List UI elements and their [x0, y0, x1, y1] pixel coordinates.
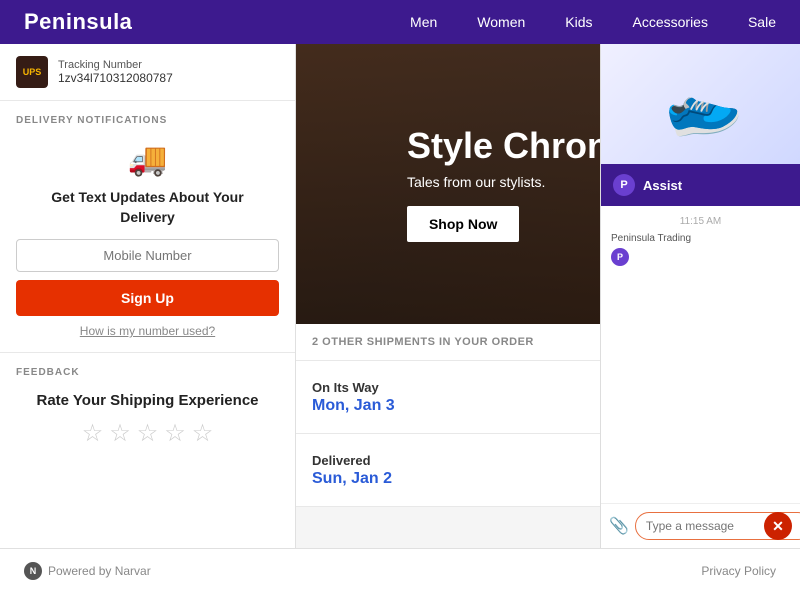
mobile-number-input[interactable] [16, 239, 279, 272]
chat-close-button[interactable]: ✕ [764, 512, 792, 540]
chat-assist-title: Assist [643, 178, 682, 193]
chat-messages-area: 11:15 AM Peninsula Trading P [601, 206, 800, 503]
attachment-icon[interactable]: 📎 [609, 516, 629, 536]
nav-links: Men Women Kids Accessories Sale [410, 14, 776, 30]
nav-sale[interactable]: Sale [748, 14, 776, 30]
rate-shipping-title: Rate Your Shipping Experience [16, 392, 279, 409]
left-panel: UPS Tracking Number 1zv34l710312080787 D… [0, 44, 296, 548]
delivery-notifications-title: DELIVERY NOTIFICATIONS [16, 115, 279, 126]
star-3[interactable]: ☆ [137, 419, 159, 448]
truck-icon-wrap: 🚚 [16, 140, 279, 178]
chat-sender-name: Peninsula Trading [611, 233, 790, 244]
powered-by-label: N Powered by Narvar [24, 562, 151, 580]
navigation: Peninsula Men Women Kids Accessories Sal… [0, 0, 800, 44]
chat-header: P Assist [601, 164, 800, 206]
number-used-link[interactable]: How is my number used? [16, 324, 279, 338]
ups-logo-text: UPS [23, 67, 42, 77]
narvar-icon: N [24, 562, 42, 580]
ups-badge: UPS [16, 56, 48, 88]
nav-women[interactable]: Women [477, 14, 525, 30]
main-content: UPS Tracking Number 1zv34l710312080787 D… [0, 44, 800, 548]
nav-men[interactable]: Men [410, 14, 437, 30]
nav-kids[interactable]: Kids [565, 14, 592, 30]
message-sender-badge: P [611, 248, 629, 266]
sneaker-icon: 👟 [653, 58, 747, 150]
star-4[interactable]: ☆ [164, 419, 186, 448]
shop-now-button[interactable]: Shop Now [407, 206, 519, 242]
tracking-info: Tracking Number 1zv34l710312080787 [58, 59, 173, 85]
tracking-number-value: 1zv34l710312080787 [58, 71, 173, 85]
chat-panel: 👟 P Assist 11:15 AM Peninsula Trading P … [600, 44, 800, 548]
message-bubble-wrap: P [611, 248, 790, 266]
tracking-label: Tracking Number [58, 59, 173, 71]
star-1[interactable]: ☆ [82, 419, 104, 448]
chat-sneaker-image: 👟 [601, 44, 800, 164]
delivery-notifications-section: DELIVERY NOTIFICATIONS 🚚 Get Text Update… [0, 101, 295, 353]
notification-description: Get Text Updates About Your Delivery [16, 188, 279, 227]
nav-logo: Peninsula [24, 9, 132, 35]
truck-icon: 🚚 [128, 141, 168, 177]
chat-brand-badge: P [613, 174, 635, 196]
feedback-section: FEEDBACK Rate Your Shipping Experience ☆… [0, 353, 295, 462]
star-5[interactable]: ☆ [192, 419, 214, 448]
star-rating[interactable]: ☆ ☆ ☆ ☆ ☆ [16, 419, 279, 448]
footer: N Powered by Narvar Privacy Policy [0, 548, 800, 592]
star-2[interactable]: ☆ [109, 419, 131, 448]
tracking-section: UPS Tracking Number 1zv34l710312080787 [0, 44, 295, 101]
feedback-title: FEEDBACK [16, 367, 279, 378]
privacy-policy-link[interactable]: Privacy Policy [701, 564, 776, 578]
chat-timestamp: 11:15 AM [611, 216, 790, 227]
powered-by-text: Powered by Narvar [48, 564, 151, 578]
nav-accessories[interactable]: Accessories [633, 14, 708, 30]
sign-up-button[interactable]: Sign Up [16, 280, 279, 316]
